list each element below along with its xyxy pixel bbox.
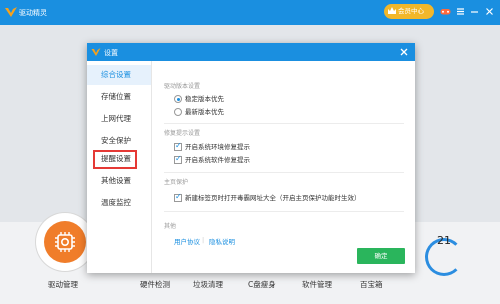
section-other-title: 其他 (164, 223, 177, 230)
driver-manage-badge[interactable] (36, 213, 94, 271)
divider (164, 123, 404, 124)
bottom-nav-driver-manage[interactable]: 驱动管理 (48, 279, 78, 290)
bottom-nav-toolbox[interactable]: 百宝箱 (360, 279, 383, 290)
menu-icon[interactable] (455, 6, 466, 17)
bottom-nav-c-drive-slim[interactable]: C盘瘦身 (248, 279, 276, 290)
window-close-icon[interactable] (484, 6, 495, 17)
check-homepage-tab[interactable]: 新建标签页时打开毒霸网址大全（开启主页保护功能时生效） (174, 192, 361, 203)
dialog-title: 设置 (104, 49, 118, 57)
nav-storage-location[interactable]: 存储位置 (87, 87, 151, 107)
divider (164, 172, 404, 173)
section-homepage-title: 主页保护 (164, 179, 189, 186)
app-logo-icon (5, 7, 17, 17)
bottom-nav-software-manage[interactable]: 软件管理 (302, 279, 332, 290)
check-homepage-label: 新建标签页时打开毒霸网址大全（开启主页保护功能时生效） (185, 194, 361, 202)
radio-latest-label: 最新版本优先 (185, 108, 224, 116)
app-header: 驱动精灵 会员中心 (0, 0, 500, 25)
nav-proxy[interactable]: 上网代理 (87, 109, 151, 129)
vip-label: 会员中心 (398, 7, 424, 15)
dialog-titlebar: 设置 (87, 43, 415, 61)
gamepad-icon[interactable] (440, 6, 451, 17)
vip-center-button[interactable]: 会员中心 (384, 4, 434, 19)
radio-stable-indicator[interactable] (174, 95, 182, 103)
check-software-repair-box[interactable] (174, 154, 182, 164)
check-env-repair[interactable]: 开启系统环境修复提示 (174, 141, 250, 152)
user-agreement-link[interactable]: 用户协议 (174, 236, 200, 246)
check-env-repair-label: 开启系统环境修复提示 (185, 143, 250, 151)
radio-stable-label: 稳定版本优先 (185, 95, 224, 103)
ok-button[interactable]: 确定 (357, 248, 405, 264)
settings-dialog: 设置 综合设置 存储位置 上网代理 安全保护 提醒设置 其他设置 温度监控 驱动… (87, 43, 415, 273)
radio-latest-indicator[interactable] (174, 108, 182, 116)
section-driver-version-title: 驱动版本设置 (164, 83, 201, 90)
check-homepage-box[interactable] (174, 192, 182, 202)
divider (164, 211, 404, 212)
nav-highlight-box (93, 150, 137, 169)
dialog-logo-icon (91, 48, 101, 56)
bottom-nav-junk-clean[interactable]: 垃圾清理 (193, 279, 223, 290)
chip-gear-icon (55, 232, 75, 252)
nav-other-settings[interactable]: 其他设置 (87, 171, 151, 191)
radio-stable-first[interactable]: 稳定版本优先 (174, 95, 224, 104)
nav-general-settings[interactable]: 综合设置 (87, 65, 151, 85)
crown-icon (388, 7, 396, 14)
score-value: 21 (437, 234, 451, 247)
check-env-repair-box[interactable] (174, 141, 182, 151)
check-software-repair[interactable]: 开启系统软件修复提示 (174, 154, 250, 165)
section-repair-prompt-title: 修复提示设置 (164, 130, 201, 137)
link-separator: | (202, 236, 205, 244)
privacy-policy-link[interactable]: 隐私说明 (209, 236, 235, 246)
minimize-icon[interactable] (469, 6, 480, 17)
settings-content: 驱动版本设置 稳定版本优先 最新版本优先 修复提示设置 开启系统环境修复提示 开… (151, 61, 415, 273)
bottom-nav-hardware-check[interactable]: 硬件检测 (140, 279, 170, 290)
nav-security[interactable]: 安全保护 (87, 131, 151, 151)
radio-latest-first[interactable]: 最新版本优先 (174, 108, 224, 117)
driver-manage-circle (44, 221, 86, 263)
dialog-close-icon[interactable] (398, 46, 410, 58)
check-software-repair-label: 开启系统软件修复提示 (185, 156, 250, 164)
nav-temperature-monitor[interactable]: 温度监控 (87, 193, 151, 213)
app-title: 驱动精灵 (19, 9, 47, 17)
